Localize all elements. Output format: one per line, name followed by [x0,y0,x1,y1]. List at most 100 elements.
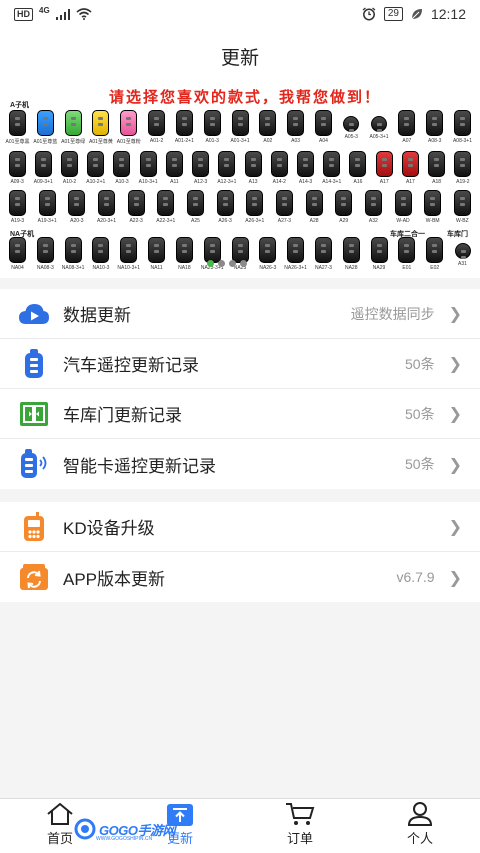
carousel-dot[interactable] [229,260,236,267]
remote-key-item[interactable]: NA29 [366,237,393,271]
remote-key-item[interactable]: A17 [397,151,423,185]
remote-key-item[interactable]: A19-3 [4,190,31,224]
tab-profile[interactable]: 个人 [360,799,480,853]
tab-orders[interactable]: 订单 [240,799,360,853]
remote-key-item[interactable]: E02 [421,237,448,271]
remote-key-item[interactable]: A31 [449,237,476,271]
remote-key-item[interactable]: A01至尊绿 [60,110,87,145]
remote-key-item[interactable]: A14-3 [292,151,318,185]
remote-key-item[interactable]: A10-2 [56,151,82,185]
remote-key-label: A01至尊粉 [116,139,141,145]
remote-key-icon [314,110,332,136]
remote-key-item[interactable]: A26-3+1 [241,190,268,224]
remote-key-icon [275,190,293,216]
remote-key-item[interactable]: A22-3+1 [152,190,179,224]
remote-key-item[interactable]: A01-3+1 [227,110,254,145]
remote-key-item[interactable]: A08-3+1 [449,110,476,145]
remote-key-item[interactable]: A01-3 [199,110,226,145]
remote-key-item[interactable]: A19-2 [450,151,476,185]
remote-key-item[interactable]: A10-3 [109,151,135,185]
menu-item-car-remote-records[interactable]: 汽车遥控更新记录 50条 ❯ [0,339,480,389]
remote-key-item[interactable]: A28 [301,190,328,224]
remote-key-item[interactable]: A26-3 [212,190,239,224]
menu-item-garage-door-records[interactable]: 车库门更新记录 50条 ❯ [0,389,480,439]
remote-key-item[interactable]: NA27-3 [310,237,337,271]
remote-key-item[interactable]: A18 [424,151,450,185]
remote-key-icon [259,110,277,136]
remote-key-label: A25 [190,218,200,224]
remote-key-item[interactable]: A02 [254,110,281,145]
remote-key-item[interactable]: A17 [371,151,397,185]
remote-key-item[interactable]: A14-2 [266,151,292,185]
garage-door-icon [18,398,50,430]
remote-key-item[interactable]: A08-3 [421,110,448,145]
remote-key-item[interactable]: A13 [240,151,266,185]
menu-item-data-update[interactable]: 数据更新 遥控数据同步 ❯ [0,289,480,339]
status-bar: HD 4G 29 12:12 [0,0,480,28]
remote-key-item[interactable]: A09-3+1 [30,151,56,185]
remote-key-label: A01至尊蓝 [33,139,58,145]
remote-key-banner[interactable]: 请选择您喜欢的款式，我帮您做到！ A子机 NA子机 车库二合一 车库门 A01至… [0,84,480,278]
menu-label: KD设备升级 [63,519,155,538]
remote-key-item[interactable]: NA26-3+1 [282,237,309,271]
wifi-icon [76,8,92,20]
remote-key-item[interactable]: A20-3+1 [93,190,120,224]
remote-key-item[interactable]: W-BZ [449,190,476,224]
remote-key-item[interactable]: A01至尊黄 [87,110,114,145]
remote-key-icon [175,237,193,263]
remote-key-label: A29 [339,218,349,224]
menu-value: 50条 [405,456,435,472]
remote-key-icon [453,190,471,216]
remote-key-item[interactable]: A20-3 [63,190,90,224]
remote-key-item[interactable]: A01至尊蓝 [32,110,59,145]
remote-key-item[interactable]: A22-3 [123,190,150,224]
menu-item-app-version-update[interactable]: APP版本更新 v6.7.9 ❯ [0,552,480,602]
remote-key-item[interactable]: A32 [360,190,387,224]
carousel-dot-active[interactable] [207,260,214,267]
remote-key-item[interactable]: A10-2+1 [83,151,109,185]
remote-key-item[interactable]: A01至尊黑 [4,110,31,145]
remote-key-item[interactable]: A03 [282,110,309,145]
remote-key-item[interactable]: W-BM [419,190,446,224]
signal-icon [55,8,70,20]
remote-key-item[interactable]: NA04 [4,237,31,271]
remote-key-item[interactable]: A05-3 [338,110,365,145]
remote-key-item[interactable]: E01 [393,237,420,271]
remote-key-item[interactable]: A04 [310,110,337,145]
remote-key-item[interactable]: NA11 [143,237,170,271]
remote-key-item[interactable]: A01至尊粉 [115,110,142,145]
remote-key-item[interactable]: A14-3+1 [319,151,345,185]
remote-key-item[interactable]: NA18 [171,237,198,271]
remote-key-icon [92,110,110,136]
remote-key-item[interactable]: A01-2+1 [171,110,198,145]
remote-key-item[interactable]: A11 [161,151,187,185]
carousel-dot[interactable] [240,260,247,267]
remote-key-item[interactable]: W-AD [390,190,417,224]
remote-key-icon [454,151,472,177]
carousel-dot[interactable] [218,260,225,267]
remote-key-item[interactable]: A12-3+1 [214,151,240,185]
remote-key-item[interactable]: A09-3 [4,151,30,185]
remote-key-item[interactable]: A25 [182,190,209,224]
remote-key-icon [375,151,393,177]
remote-key-label: A02 [263,138,273,144]
remote-key-item[interactable]: A19-3+1 [34,190,61,224]
remote-key-item[interactable]: A27-3 [271,190,298,224]
menu-item-kd-device-upgrade[interactable]: KD设备升级 ❯ [0,502,480,552]
menu-item-smart-card-records[interactable]: 智能卡遥控更新记录 50条 ❯ [0,439,480,489]
remote-key-item[interactable]: NA28 [338,237,365,271]
remote-key-item[interactable]: A01-2 [143,110,170,145]
remote-key-icon [244,151,262,177]
remote-key-label: NA10-3+1 [117,265,141,271]
remote-key-item[interactable]: A07 [393,110,420,145]
remote-key-item[interactable]: NA26-3 [254,237,281,271]
remote-key-item[interactable]: A29 [330,190,357,224]
remote-key-item[interactable]: A16 [345,151,371,185]
remote-key-item[interactable]: A10-3+1 [135,151,161,185]
remote-key-item[interactable]: A12-3 [188,151,214,185]
remote-key-item[interactable]: A05-3+1 [366,110,393,145]
remote-key-item[interactable]: NA10-3+1 [115,237,142,271]
remote-key-item[interactable]: NA10-3 [87,237,114,271]
remote-key-item[interactable]: NA08-3 [32,237,59,271]
remote-key-item[interactable]: NA08-3+1 [60,237,87,271]
